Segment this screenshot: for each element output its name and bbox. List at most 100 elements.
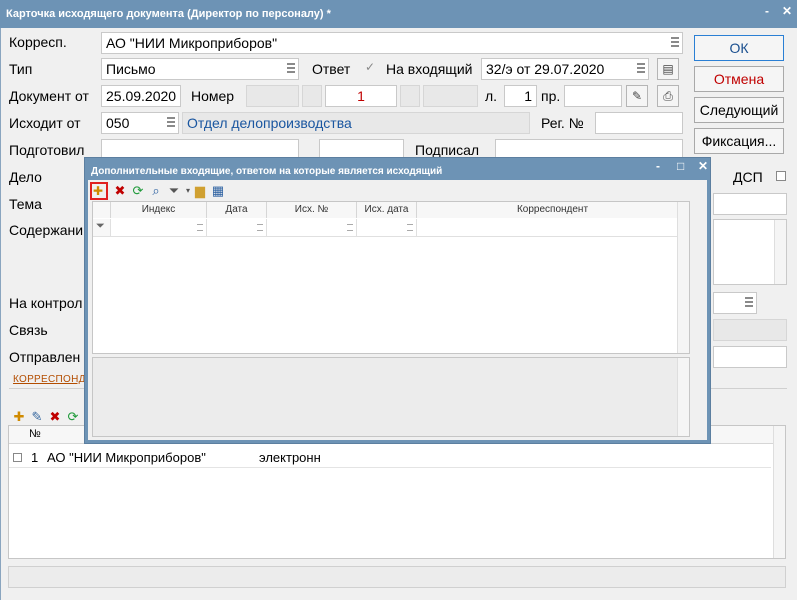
row-name: АО "НИИ Микроприборов" (47, 450, 206, 465)
ishodit-dept-field: Отдел делопроизводства (182, 112, 530, 134)
refresh-icon[interactable]: ⟳ (130, 183, 146, 199)
filter-cell-ish-date[interactable] (357, 219, 417, 237)
list-icon[interactable] (671, 37, 679, 47)
list-scrollbar[interactable] (773, 426, 785, 558)
dsp-label: ДСП (733, 169, 763, 185)
col-header-korrespondent[interactable]: Корреспондент (417, 202, 689, 218)
l-field[interactable]: 1 (504, 85, 537, 107)
otvet-label: Ответ (312, 61, 351, 77)
add-icon[interactable]: ✚ (11, 409, 27, 425)
grid-scrollbar[interactable] (677, 202, 689, 353)
card-icon[interactable]: ▤ (657, 58, 679, 80)
svyaz-field[interactable] (713, 319, 787, 341)
scanner-icon[interactable]: ⎙ (657, 85, 679, 107)
dsp-checkbox[interactable] (776, 171, 786, 181)
window-title: Карточка исходящего документа (Директор … (6, 8, 331, 20)
grid-corner (93, 202, 111, 218)
date-field[interactable]: 25.09.2020 (101, 85, 181, 107)
tema-label: Тема (9, 196, 42, 212)
svyaz-label: Связь (9, 322, 48, 338)
close-icon[interactable]: ✕ (782, 4, 792, 18)
edit-icon[interactable]: ✎ (29, 409, 45, 425)
window-titlebar: Карточка исходящего документа (Директор … (0, 0, 797, 28)
list-icon[interactable] (287, 63, 295, 73)
otpravlen-field[interactable] (713, 346, 787, 368)
minimize-icon[interactable]: - (656, 159, 660, 173)
delo-field-end (713, 166, 723, 188)
col-header-index[interactable]: Индекс (111, 202, 207, 218)
dokument-ot-label: Документ от (9, 88, 89, 104)
korrespondent-list: № 1 АО "НИИ Микроприборов" электронн (8, 425, 786, 559)
folder-icon[interactable]: ▆ (192, 183, 208, 199)
tema-field[interactable] (713, 193, 787, 215)
korresp-field[interactable]: АО "НИИ Микроприборов" (101, 32, 683, 54)
nomer-sep-field[interactable] (302, 85, 322, 107)
na-vhod-field[interactable]: 32/э от 29.07.2020 (481, 58, 649, 80)
details-pane (92, 357, 690, 437)
soderzh-field[interactable] (713, 219, 787, 285)
add-document-icon: ✚ (93, 184, 104, 198)
incoming-grid: Индекс Дата Исх. № Исх. дата Корреспонде… (92, 201, 690, 354)
list-icon[interactable] (637, 63, 645, 73)
scrollbar[interactable] (774, 220, 786, 284)
table-row[interactable]: 1 АО "НИИ Микроприборов" электронн (9, 448, 771, 468)
modal-dialog: Дополнительные входящие, ответом на кото… (84, 157, 711, 444)
modal-body: ✚ ✖ ⟳ ⌕ ⏷ ▾ ▆ ▦ Индекс Дата Исх. № Исх. … (88, 180, 707, 440)
list-icon[interactable] (167, 117, 175, 127)
list-icon (347, 224, 353, 231)
pr-field[interactable] (564, 85, 622, 107)
search-icon[interactable]: ⌕ (148, 183, 164, 199)
filter-cell-index[interactable] (111, 219, 207, 237)
close-icon[interactable]: ✕ (698, 159, 708, 173)
reg-field[interactable] (595, 112, 683, 134)
ishodit-label: Исходит от (9, 115, 81, 131)
nomer-field[interactable]: 1 (325, 85, 397, 107)
list-icon (257, 224, 263, 231)
col-header-date[interactable]: Дата (207, 202, 267, 218)
fixation-button[interactable]: Фиксация... (694, 128, 784, 154)
ishodit-code-field[interactable]: 050 (101, 112, 179, 134)
modal-title: Дополнительные входящие, ответом на кото… (91, 166, 443, 177)
podgotovil-label: Подготовил (9, 142, 85, 158)
filter-cell-ish-num[interactable] (267, 219, 357, 237)
otpravlen-label: Отправлен (9, 349, 81, 365)
nomer-suffix-field[interactable] (423, 85, 478, 107)
minimize-button[interactable]: - (765, 4, 769, 18)
delo-label: Дело (9, 169, 42, 185)
add-document-button[interactable]: ✚ (90, 182, 108, 200)
na-kontrol-label: На контрол (9, 295, 83, 311)
maximize-icon[interactable]: □ (677, 159, 684, 173)
next-button[interactable]: Следующий (694, 97, 784, 123)
cancel-button[interactable]: Отмена (694, 66, 784, 92)
nomer-sep2-field[interactable] (400, 85, 420, 107)
nomer-label: Номер (191, 88, 235, 104)
podpisal-label: Подписал (415, 142, 480, 158)
tip-field[interactable]: Письмо (101, 58, 299, 80)
na-kontrol-field[interactable] (713, 292, 757, 314)
filter-icon: ⏷ (96, 220, 105, 232)
list-icon[interactable] (745, 297, 753, 307)
filter-cell-korrespondent[interactable] (417, 219, 689, 237)
attachment-icon[interactable]: ✎ (626, 85, 648, 107)
reg-label: Рег. № (541, 115, 584, 131)
filter-cell-date[interactable] (207, 219, 267, 237)
na-vhod-label: На входящий (386, 61, 473, 77)
refresh-icon[interactable]: ⟳ (65, 409, 81, 425)
delete-icon[interactable]: ✖ (47, 409, 63, 425)
list-icon (407, 224, 413, 231)
nomer-prefix-field[interactable] (246, 85, 299, 107)
ok-button[interactable]: ОК (694, 35, 784, 61)
col-header-ish-num[interactable]: Исх. № (267, 202, 357, 218)
filter-row-icon[interactable]: ⏷ (93, 219, 111, 237)
row-checkbox[interactable] (13, 453, 22, 462)
l-label: л. (485, 88, 498, 104)
grid-icon[interactable]: ▦ (210, 183, 226, 199)
list-icon (197, 224, 203, 231)
delete-icon[interactable]: ✖ (112, 183, 128, 199)
status-bar (8, 566, 786, 588)
col-header-ish-date[interactable]: Исх. дата (357, 202, 417, 218)
pr-label: пр. (541, 88, 561, 104)
details-scrollbar[interactable] (677, 358, 689, 436)
list-header-num: № (29, 428, 41, 440)
otvet-checkbox[interactable]: ✓ (365, 60, 375, 74)
